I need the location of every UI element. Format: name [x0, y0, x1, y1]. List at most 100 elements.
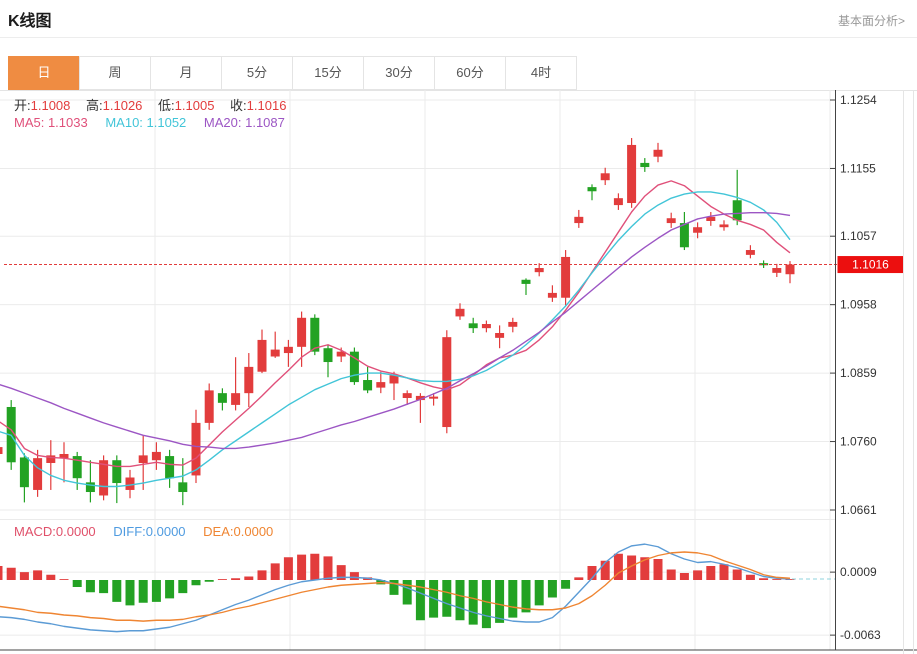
macd-legend: MACD:0.0000 DIFF:0.0000 DEA:0.0000 [14, 524, 273, 539]
ma5-legend: MA5: 1.1033 [14, 115, 88, 130]
candle-body [693, 227, 702, 233]
ma20-line [0, 213, 790, 449]
macd-histogram-bar [126, 580, 135, 605]
candle-body [720, 224, 729, 227]
macd-histogram-bar [20, 572, 29, 580]
macd-histogram-bar [33, 570, 42, 580]
macd-histogram-bar [112, 580, 121, 602]
candle-body [495, 333, 504, 338]
macd-histogram-bar [297, 555, 306, 580]
candle-body [152, 452, 161, 460]
y-axis-tick-label: 1.0661 [840, 503, 877, 517]
open-value: 1.1008 [31, 98, 71, 113]
candle-body [205, 390, 214, 422]
macd-histogram-bar [165, 580, 174, 598]
candle-body [469, 323, 478, 328]
page-title: K线图 [8, 7, 52, 31]
macd-histogram-bar [667, 570, 676, 581]
close-label: 收: [230, 98, 247, 113]
candle-body [20, 457, 29, 487]
macd-histogram-bar [574, 577, 583, 580]
candle-body [33, 458, 42, 490]
y-axis-tick-label: 1.0760 [840, 435, 877, 449]
macd-histogram-bar [680, 573, 689, 580]
macd-histogram-bar [0, 566, 3, 580]
candle-body [86, 482, 95, 492]
macd-histogram-bar [178, 580, 187, 593]
candle-body [456, 309, 465, 317]
candle-body [733, 200, 742, 220]
candle-body [614, 198, 623, 205]
macd-histogram-bar [508, 580, 517, 618]
candle-body [139, 455, 148, 463]
tab-week[interactable]: 周 [79, 56, 151, 90]
candle-body [680, 223, 689, 247]
macd-histogram-bar [152, 580, 161, 602]
tab-4hour[interactable]: 4时 [505, 56, 577, 90]
macd-histogram-bar [7, 568, 16, 580]
candle-body [126, 478, 135, 490]
candle-body [297, 318, 306, 347]
candle-body [324, 348, 333, 362]
candle-body [178, 482, 187, 492]
dea-value: DEA:0.0000 [203, 524, 273, 539]
high-value: 1.1026 [103, 98, 143, 113]
candle-body [271, 350, 280, 357]
macd-histogram-bar [482, 580, 491, 628]
macd-histogram-bar [601, 561, 610, 580]
candle-body [284, 347, 293, 353]
macd-histogram-bar [706, 566, 715, 580]
low-value: 1.1005 [175, 98, 215, 113]
y-axis-tick-label: 1.1057 [840, 229, 877, 243]
ohlc-legend: 开:1.1008 高:1.1026 低:1.1005 收:1.1016 [14, 95, 298, 114]
high-label: 高: [86, 98, 103, 113]
macd-histogram-bar [73, 580, 82, 587]
macd-histogram-bar [561, 580, 570, 589]
tab-5min[interactable]: 5分 [221, 56, 293, 90]
macd-histogram-bar [535, 580, 544, 605]
candle-body [403, 393, 412, 398]
macd-histogram-bar [99, 580, 108, 593]
last-price-tag-label: 1.1016 [852, 258, 889, 272]
fundamental-analysis-link[interactable]: 基本面分析> [838, 12, 905, 29]
macd-histogram-bar [733, 570, 742, 581]
candle-body [746, 250, 755, 255]
macd-histogram-bar [60, 579, 69, 580]
macd-value: MACD:0.0000 [14, 524, 96, 539]
candle-body [561, 257, 570, 298]
tab-15min[interactable]: 15分 [292, 56, 364, 90]
candle-body [786, 265, 795, 275]
candle-body [310, 318, 319, 352]
candle-body [363, 380, 372, 390]
candle-body [574, 217, 583, 223]
candle-body [640, 163, 649, 167]
tab-day[interactable]: 日 [8, 56, 80, 90]
tab-60min[interactable]: 60分 [434, 56, 506, 90]
candle-body [258, 340, 267, 372]
low-label: 低: [158, 98, 175, 113]
macd-histogram-bar [205, 580, 214, 582]
candle-body [112, 460, 121, 483]
tab-30min[interactable]: 30分 [363, 56, 435, 90]
ma10-legend: MA10: 1.1052 [105, 115, 186, 130]
ma20-legend: MA20: 1.1087 [204, 115, 285, 130]
macd-histogram-bar [495, 580, 504, 623]
macd-histogram-bar [456, 580, 465, 620]
interval-tab-bar: 日 周 月 5分 15分 30分 60分 4时 [8, 56, 577, 90]
macd-axis-tick-label: 0.0009 [840, 565, 877, 579]
macd-histogram-bar [192, 580, 201, 585]
macd-histogram-bar [548, 580, 557, 598]
macd-histogram-bar [522, 580, 531, 612]
macd-histogram-bar [759, 578, 768, 580]
macd-histogram-bar [244, 577, 253, 581]
tab-month[interactable]: 月 [150, 56, 222, 90]
diff-value: DIFF:0.0000 [113, 524, 185, 539]
macd-histogram-bar [218, 579, 227, 580]
open-label: 开: [14, 98, 31, 113]
candle-body [0, 447, 3, 454]
candle-body [482, 324, 491, 328]
macd-histogram-bar [403, 580, 412, 605]
macd-histogram-bar [86, 580, 95, 592]
macd-histogram-bar [442, 580, 451, 617]
chart-canvas[interactable]: 1.10161.12541.11551.10571.09581.08591.07… [0, 90, 917, 654]
